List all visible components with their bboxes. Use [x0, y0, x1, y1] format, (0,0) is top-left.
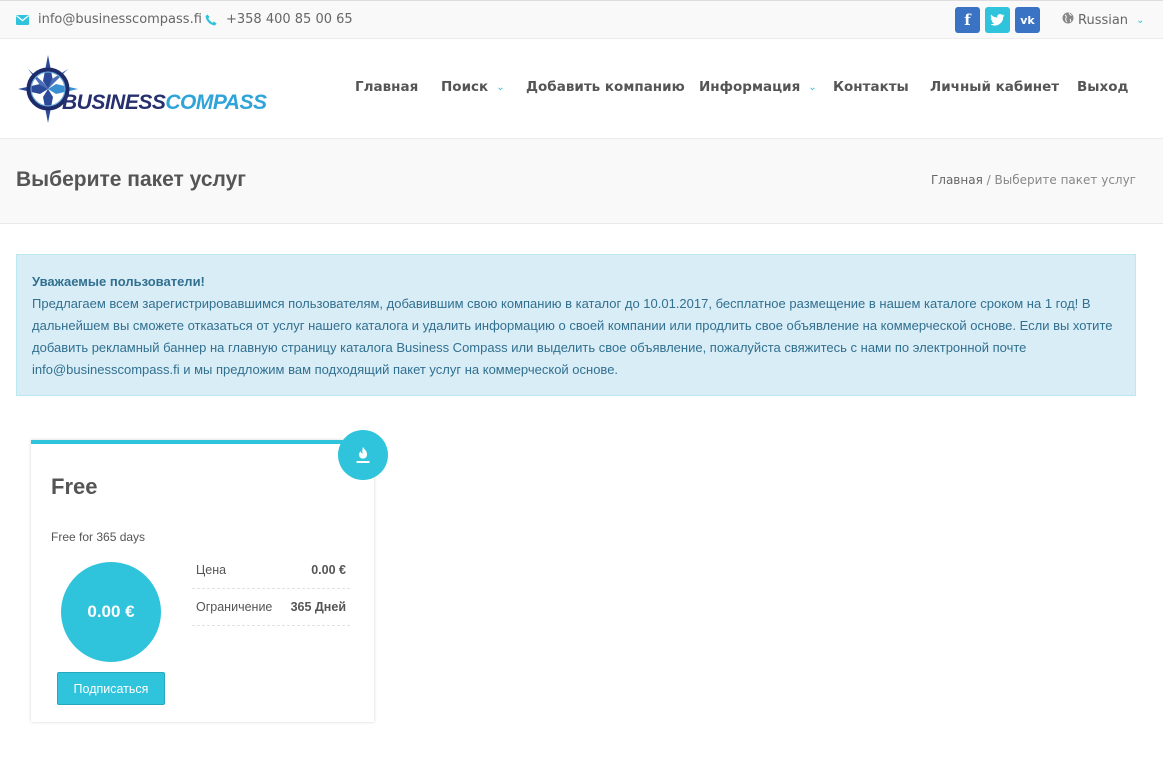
nav-home[interactable]: Главная — [355, 79, 418, 95]
nav-account[interactable]: Личный кабинет — [930, 79, 1059, 95]
plan-name: Free — [51, 474, 98, 499]
price-circle: 0.00 € — [61, 562, 161, 662]
twitter-icon[interactable] — [985, 7, 1010, 33]
contact-phone[interactable]: +358 400 85 00 65 — [205, 12, 353, 27]
pricing-card: Free Free for 365 days 0.00 € Подписатьс… — [31, 440, 374, 722]
breadcrumb-current: Выберите пакет услуг — [994, 173, 1136, 187]
nav-logout[interactable]: Выход — [1077, 79, 1128, 95]
phone-icon — [205, 14, 217, 26]
fire-icon — [338, 430, 388, 480]
logo[interactable]: BUSINESSCOMPASS — [18, 55, 267, 123]
limit-label: Ограничение — [196, 600, 273, 614]
plan-description: Free for 365 days — [51, 530, 146, 544]
breadcrumb-separator: / — [982, 173, 995, 187]
nav-information[interactable]: Информация ⌄ — [699, 79, 817, 95]
page-title-bar: Выберите пакет услуг Главная / Выберите … — [0, 139, 1163, 224]
chevron-down-icon: ⌄ — [1136, 14, 1145, 26]
language-label: Russian — [1078, 12, 1129, 28]
info-notice: Уважаемые пользователи! Предлагаем всем … — [16, 254, 1136, 396]
facebook-icon[interactable]: f — [955, 7, 980, 33]
envelope-icon — [16, 14, 29, 25]
nav-contacts[interactable]: Контакты — [833, 79, 909, 95]
price-label: Цена — [196, 563, 227, 577]
top-bar: info@businesscompass.fi +358 400 85 00 6… — [0, 0, 1163, 39]
price-row: Цена 0.00 € — [192, 552, 350, 589]
subscribe-button[interactable]: Подписаться — [57, 672, 165, 705]
limit-row: Ограничение 365 Дней — [192, 589, 350, 626]
email-text[interactable]: info@businesscompass.fi — [38, 12, 202, 27]
nav-search[interactable]: Поиск ⌄ — [441, 79, 505, 95]
chevron-down-icon: ⌄ — [496, 81, 505, 93]
vk-icon[interactable]: vk — [1015, 7, 1040, 33]
logo-text: BUSINESSCOMPASS — [62, 91, 267, 114]
main-header: BUSINESSCOMPASS Главная Поиск ⌄ Добавить … — [0, 39, 1163, 139]
language-selector[interactable]: Russian ⌄ — [1062, 12, 1144, 28]
page-title: Выберите пакет услуг — [16, 168, 247, 191]
price-value: 0.00 € — [311, 563, 346, 577]
nav-add-company[interactable]: Добавить компанию — [526, 79, 685, 95]
globe-icon — [1062, 12, 1074, 28]
limit-value: 365 Дней — [290, 600, 346, 614]
notice-body: Предлагаем всем зарегистрировавшимся пол… — [32, 296, 1113, 377]
notice-heading: Уважаемые пользователи! — [32, 274, 205, 289]
breadcrumb-home-link[interactable]: Главная — [931, 173, 983, 187]
contact-email[interactable]: info@businesscompass.fi — [16, 12, 202, 27]
chevron-down-icon: ⌄ — [808, 81, 817, 93]
breadcrumb: Главная / Выберите пакет услуг — [931, 173, 1136, 187]
phone-text[interactable]: +358 400 85 00 65 — [226, 12, 353, 27]
